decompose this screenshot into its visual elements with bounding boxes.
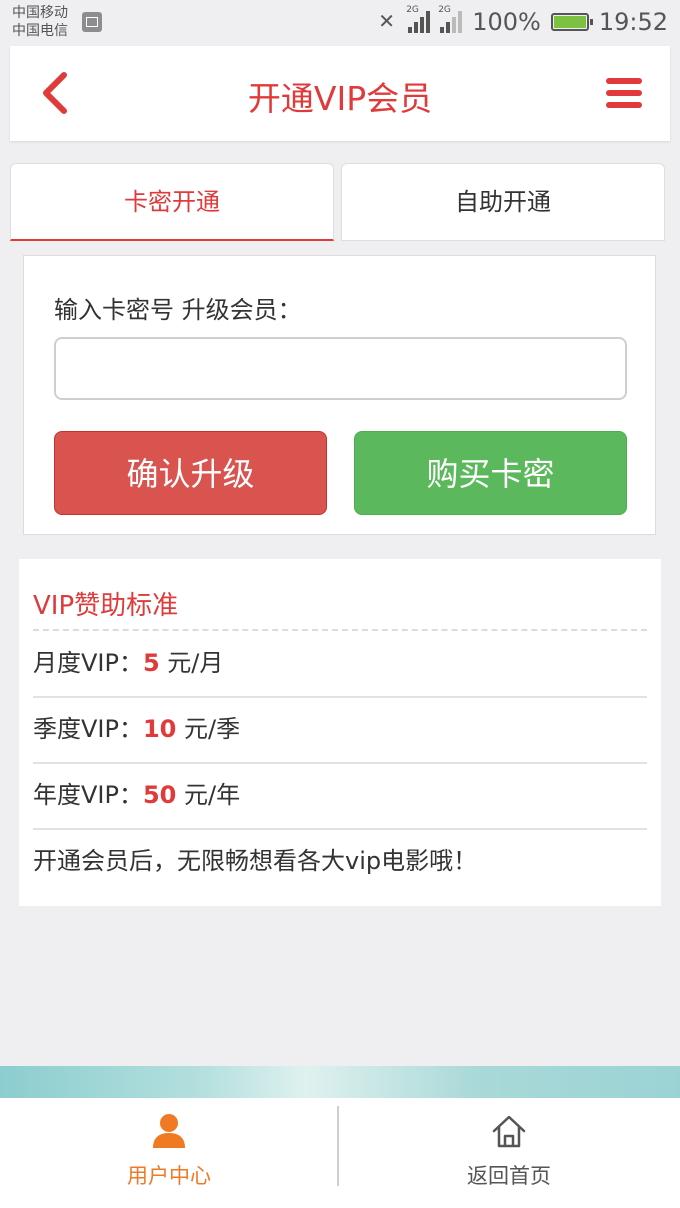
nav-home-label: 返回首页 xyxy=(467,1164,551,1188)
battery-icon xyxy=(550,13,593,31)
carrier-info: 中国移动 中国电信 xyxy=(12,4,68,40)
signal-2-icon: 2G xyxy=(438,5,463,33)
tab-bar: 卡密开通 自助开通 xyxy=(10,163,666,241)
confirm-upgrade-button[interactable]: 确认升级 xyxy=(54,431,327,515)
price-row-monthly: 月度VIP：5 元/月 xyxy=(33,630,647,698)
nav-user-center[interactable]: 用户中心 xyxy=(0,1098,338,1208)
carrier-2: 中国电信 xyxy=(12,23,68,39)
battery-percent: 100% xyxy=(472,8,541,36)
plan-price: 5 xyxy=(142,649,160,677)
status-bar: 中国移动 中国电信 2G 2G 100% 19:52 xyxy=(0,0,680,44)
clock: 19:52 xyxy=(598,8,668,36)
card-key-input[interactable] xyxy=(54,337,627,400)
image-notification-icon xyxy=(82,12,102,32)
tab-self-activation[interactable]: 自助开通 xyxy=(341,163,665,241)
pricing-title: VIP赞助标准 xyxy=(33,591,179,621)
user-icon xyxy=(153,1114,185,1148)
network-2-label: 2G xyxy=(438,5,451,15)
page-title: 开通VIP会员 xyxy=(247,79,433,118)
price-row-quarterly: 季度VIP：10 元/季 xyxy=(33,696,647,764)
app-header: 开通VIP会员 xyxy=(10,46,670,141)
membership-note: 开通会员后，无限畅想看各大vip电影哦！ xyxy=(33,847,478,875)
plan-unit: 元/月 xyxy=(159,649,224,677)
card-key-form: 输入卡密号 升级会员： 确认升级 购买卡密 xyxy=(23,255,656,535)
status-indicators: 2G 2G 100% 19:52 xyxy=(376,5,668,38)
hamburger-icon xyxy=(606,78,642,84)
card-key-label: 输入卡密号 升级会员： xyxy=(54,296,302,324)
plan-unit: 元/季 xyxy=(176,715,241,743)
network-1-label: 2G xyxy=(406,5,419,15)
home-icon xyxy=(492,1115,526,1148)
mute-icon xyxy=(376,9,398,33)
carrier-1: 中国移动 xyxy=(12,5,68,21)
decorative-banner xyxy=(0,1066,680,1098)
plan-price: 10 xyxy=(142,715,177,743)
menu-button[interactable] xyxy=(606,78,642,108)
plan-unit: 元/年 xyxy=(176,781,241,809)
buy-card-key-button[interactable]: 购买卡密 xyxy=(354,431,627,515)
plan-name: 月度VIP： xyxy=(33,649,143,677)
bottom-navigation: 用户中心 返回首页 xyxy=(0,1098,680,1208)
price-row-yearly: 年度VIP：50 元/年 xyxy=(33,762,647,830)
nav-home[interactable]: 返回首页 xyxy=(340,1098,678,1208)
nav-user-center-label: 用户中心 xyxy=(127,1164,211,1188)
plan-name: 季度VIP： xyxy=(33,715,143,743)
vip-pricing-panel: VIP赞助标准 月度VIP：5 元/月 季度VIP：10 元/季 年度VIP：5… xyxy=(19,559,661,906)
plan-price: 50 xyxy=(142,781,177,809)
tab-card-activation[interactable]: 卡密开通 xyxy=(10,163,334,241)
plan-name: 年度VIP： xyxy=(33,781,143,809)
signal-1-icon: 2G xyxy=(406,5,431,33)
nav-divider xyxy=(337,1106,339,1186)
